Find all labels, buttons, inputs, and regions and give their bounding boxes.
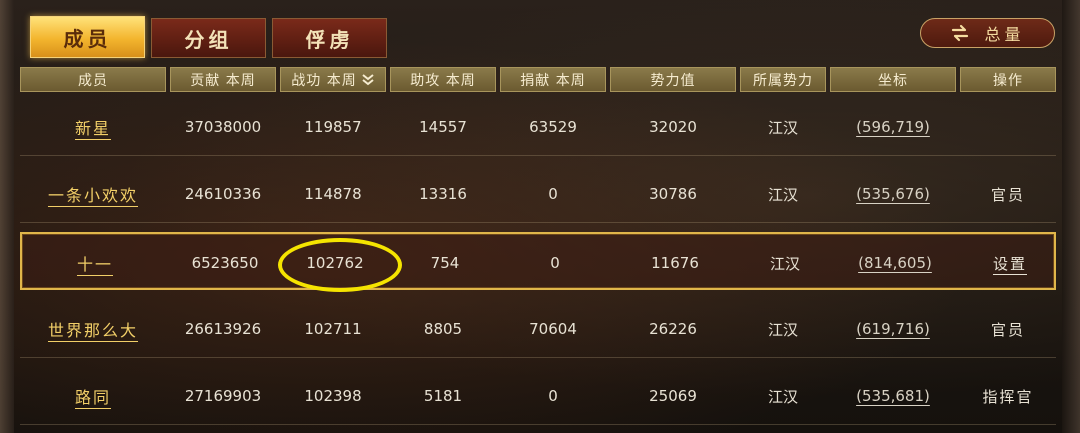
faction-value: 江汉	[767, 387, 798, 406]
power-value: 30786	[649, 185, 697, 203]
game-panel: 成员 分组 俘虏 总量 成员 贡献 本周 战功 本周 助攻 本周 捐献 本周 势…	[0, 0, 1080, 433]
assist-value: 14557	[419, 118, 467, 136]
assist-value: 754	[430, 254, 460, 272]
power-value: 25069	[649, 387, 697, 405]
role-label: 官员	[990, 185, 1025, 204]
header-merit[interactable]: 战功 本周	[280, 67, 386, 92]
summary-button-label: 总量	[984, 25, 1025, 44]
header-assist-label: 助攻 本周	[410, 72, 476, 89]
header-donation[interactable]: 捐献 本周	[500, 67, 606, 92]
faction-value: 江汉	[767, 185, 798, 204]
assist-value: 13316	[419, 185, 467, 203]
header-contribution[interactable]: 贡献 本周	[170, 67, 276, 92]
table-row-highlighted: 十一 6523650 102762 754 0 11676 江汉 (814,60…	[20, 232, 1056, 290]
table-row: 一条小欢欢 24610336 114878 13316 0 30786 江汉 (…	[20, 165, 1056, 223]
header-donation-label: 捐献 本周	[520, 72, 586, 89]
left-edge-decoration	[0, 0, 14, 433]
coords-link[interactable]: (535,681)	[830, 367, 956, 425]
merit-value: 102711	[304, 320, 362, 338]
header-power[interactable]: 势力值	[610, 67, 736, 92]
coords-link[interactable]: (814,605)	[832, 234, 958, 292]
header-contribution-label: 贡献 本周	[190, 72, 256, 89]
contribution-value: 37038000	[184, 118, 262, 136]
header-member[interactable]: 成员	[20, 67, 166, 92]
donation-value: 70604	[529, 320, 577, 338]
tab-bar: 成员 分组 俘虏	[30, 16, 387, 58]
header-faction-label: 所属势力	[753, 72, 813, 89]
role-label: 官员	[990, 320, 1025, 339]
header-merit-label: 战功 本周	[291, 72, 357, 89]
swap-arrows-icon	[950, 24, 970, 42]
contribution-value: 24610336	[184, 185, 262, 203]
tab-groups[interactable]: 分组	[151, 18, 266, 58]
member-name-link[interactable]: 一条小欢欢	[20, 165, 166, 223]
merit-value: 102762	[306, 254, 364, 272]
donation-value: 63529	[529, 118, 577, 136]
header-power-label: 势力值	[650, 72, 696, 89]
coords-link[interactable]: (596,719)	[830, 98, 956, 156]
header-action: 操作	[960, 67, 1056, 92]
table-row: 世界那么大 26613926 102711 8805 70604 26226 江…	[20, 300, 1056, 358]
summary-button[interactable]: 总量	[920, 18, 1055, 48]
donation-value: 0	[548, 387, 558, 405]
member-name-link[interactable]: 新星	[20, 98, 166, 156]
settings-link[interactable]: 设置	[962, 234, 1058, 292]
assist-value: 5181	[423, 387, 463, 405]
double-chevron-down-icon	[361, 73, 375, 86]
header-faction[interactable]: 所属势力	[740, 67, 826, 92]
header-coords-label: 坐标	[878, 72, 908, 89]
contribution-value: 6523650	[191, 254, 259, 272]
power-value: 26226	[649, 320, 697, 338]
faction-value: 江汉	[767, 320, 798, 339]
header-member-label: 成员	[78, 72, 108, 89]
tab-captives[interactable]: 俘虏	[272, 18, 387, 58]
action-cell	[960, 98, 1056, 156]
tab-members[interactable]: 成员	[30, 16, 145, 58]
role-label: 指挥官	[982, 387, 1034, 406]
faction-value: 江汉	[769, 254, 800, 273]
table-row: 新星 37038000 119857 14557 63529 32020 江汉 …	[20, 98, 1056, 156]
donation-value: 0	[548, 185, 558, 203]
member-name-link[interactable]: 路同	[20, 367, 166, 425]
header-coords[interactable]: 坐标	[830, 67, 956, 92]
merit-value: 114878	[304, 185, 362, 203]
header-assist[interactable]: 助攻 本周	[390, 67, 496, 92]
right-edge-decoration	[1062, 0, 1080, 433]
member-name-link[interactable]: 十一	[22, 234, 168, 292]
donation-value: 0	[550, 254, 560, 272]
contribution-value: 27169903	[184, 387, 262, 405]
contribution-value: 26613926	[184, 320, 262, 338]
member-name-link[interactable]: 世界那么大	[20, 300, 166, 358]
assist-value: 8805	[423, 320, 463, 338]
coords-link[interactable]: (535,676)	[830, 165, 956, 223]
merit-value: 119857	[304, 118, 362, 136]
header-action-label: 操作	[993, 72, 1023, 89]
power-value: 11676	[651, 254, 699, 272]
power-value: 32020	[649, 118, 697, 136]
coords-link[interactable]: (619,716)	[830, 300, 956, 358]
merit-value: 102398	[304, 387, 362, 405]
faction-value: 江汉	[767, 118, 798, 137]
table-row: 路同 27169903 102398 5181 0 25069 江汉 (535,…	[20, 367, 1056, 425]
